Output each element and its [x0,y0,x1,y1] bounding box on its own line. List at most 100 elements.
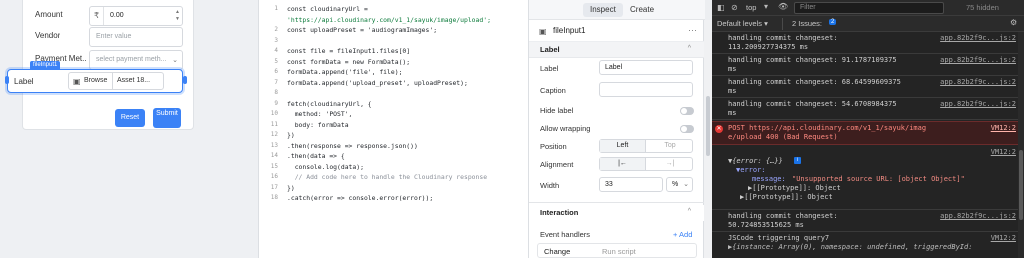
console-message: handling commit changeset: 50.7248535156… [712,210,1018,232]
code-line[interactable]: const file = fileInput1.files[0] [287,46,524,57]
issues-label[interactable]: 2 Issues: [792,19,822,28]
source-link[interactable]: app.82b2f9c...js:2 [940,100,1016,109]
error-text[interactable]: POST https://api.cloudinary.com/v1_1/say… [728,124,926,142]
hide-label-toggle[interactable] [680,107,694,115]
amount-input[interactable]: ₹ 0.00 ▲ ▼ [89,6,183,26]
code-line[interactable] [287,36,524,47]
source-link[interactable]: app.82b2f9c...js:2 [940,212,1016,221]
source-link[interactable]: app.82b2f9c...js:2 [940,56,1016,65]
label-prop: Label [540,64,559,73]
console-scroll-thumb[interactable] [1019,150,1023,220]
object-root[interactable]: ▼{error: {…}} [728,157,783,166]
code-line[interactable]: }) [287,183,524,194]
object-message-value: "Unsupported source URL: [object Object]… [792,175,965,183]
eye-icon[interactable]: 👁 [778,2,788,11]
width-unit-select[interactable]: % ⌄ [666,177,693,192]
code-line[interactable]: const uploadPreset = 'audiogramImages'; [287,25,524,36]
source-link[interactable]: VM12:2 [991,234,1016,243]
console-scrollbar[interactable] [1018,32,1024,258]
align-left-option[interactable]: |← [600,158,646,170]
label-section-title: Label [540,45,560,54]
caption-input[interactable] [599,82,693,97]
position-left-option[interactable]: Left [600,140,646,152]
console-filter-input[interactable]: Filter [794,2,944,14]
inspector-panel: Inspect Create ▣ fileInput1 ··· Label ^ … [528,0,705,258]
file-input-field[interactable]: ▣ Browse Asset 18... [68,72,164,90]
position-top-option[interactable]: Top [647,142,693,149]
amount-label: Amount [35,10,63,19]
error-source-link[interactable]: VM12:2 [991,124,1016,133]
vendor-input[interactable]: Enter value [89,27,183,47]
object-preview[interactable]: ▶{instance: Array(0), namespace: undefin… [728,243,972,252]
code-line[interactable]: body: formData [287,120,524,131]
object-error-key[interactable]: ▼error: [736,166,766,175]
more-options-icon[interactable]: ··· [688,25,697,35]
levels-dropdown[interactable]: Default levels ▾ [717,19,768,28]
divider [782,18,783,30]
resize-handle-left[interactable] [5,76,9,84]
code-line[interactable]: method: 'POST', [287,109,524,120]
payment-select[interactable]: select payment meth... ⌄ [89,50,183,70]
align-right-option[interactable]: →| [647,160,693,167]
object-source-link[interactable]: VM12:2 [991,148,1016,157]
width-input[interactable]: 33 [599,177,663,192]
code-line[interactable]: // Add code here to handle the Cloudinar… [287,172,524,183]
add-event-handler-button[interactable]: + Add [673,230,692,239]
code-line[interactable]: console.log(data); [287,162,524,173]
code-line[interactable]: fetch(cloudinaryUrl, { [287,99,524,110]
selected-file-name: Asset 18... [117,77,151,84]
code-line[interactable]: formData.append('file', file); [287,67,524,78]
code-line[interactable]: formData.append('upload_preset', uploadP… [287,78,524,89]
stepper-icon[interactable]: ▲ ▼ [175,9,180,23]
devtools-console: ◧ ⊘ top ▾ 👁 Filter 75 hidden Default lev… [712,0,1024,258]
line-number: 10 [270,110,278,117]
width-unit-value: % [672,181,679,188]
label-section-header[interactable]: Label ^ [529,42,705,58]
code-line[interactable]: .catch(error => console.error(error)); [287,193,524,204]
browse-button[interactable]: Browse [84,77,107,84]
issues-badge[interactable]: 2 [829,19,837,25]
code-line[interactable]: }) [287,130,524,141]
line-number-gutter: 1 2 3 4 5 6 7 8 9 10 11 12 13 14 15 16 17 18 [259,4,281,204]
source-link[interactable]: app.82b2f9c...js:2 [940,78,1016,87]
console-toolbar: ◧ ⊘ top ▾ 👁 Filter 75 hidden [712,0,1024,16]
code-editor[interactable]: 1 2 3 4 5 6 7 8 9 10 11 12 13 14 15 16 17 18 const cloudi… [258,0,528,258]
code-line[interactable]: const formData = new FormData(); [287,57,524,68]
caption-prop: Caption [540,86,566,95]
allow-wrapping-toggle[interactable] [680,125,694,133]
context-selector[interactable]: top [746,3,756,12]
label-value-input[interactable]: Label [599,60,693,75]
allow-wrapping-prop: Allow wrapping [540,124,591,133]
line-number: 6 [274,68,278,75]
code-line[interactable]: .then(data => { [287,151,524,162]
resize-handle-right[interactable] [183,76,187,84]
sidebar-toggle-icon[interactable]: ◧ [717,3,725,12]
tab-inspect[interactable]: Inspect [583,3,623,17]
object-prototype[interactable]: ▶[[Prototype]]: Object [748,184,841,193]
object-prototype[interactable]: ▶[[Prototype]]: Object [740,193,833,202]
chevron-up-icon: ^ [687,45,691,52]
code-line[interactable]: .then(response => response.json()) [287,141,524,152]
component-name[interactable]: fileInput1 [553,26,585,35]
inspector-scroll-thumb[interactable] [706,96,710,156]
code-line[interactable]: 'https://api.cloudinary.com/v1_1/sayuk/i… [287,15,524,26]
reset-button[interactable]: Reset [115,109,145,127]
console-message: handling commit changeset: 91.1787109375… [712,54,1018,76]
interaction-section-header[interactable]: Interaction ^ [529,205,705,221]
file-input-component[interactable]: Label ▣ Browse Asset 18... [7,69,183,93]
chevron-down-icon: ▾ [764,2,769,11]
event-handler-row[interactable]: Change Run script [537,243,697,258]
submit-button[interactable]: Submit [153,108,181,128]
console-message: handling commit changeset: 68.6459960937… [712,76,1018,98]
source-link[interactable]: app.82b2f9c...js:2 [940,34,1016,43]
clear-console-icon[interactable]: ⊘ [731,3,738,12]
code-line[interactable]: const cloudinaryUrl = [287,4,524,15]
width-prop: Width [540,181,560,190]
divider [112,73,113,89]
tab-create[interactable]: Create [623,3,661,17]
gear-icon[interactable]: ⚙ [1010,18,1017,27]
code-content[interactable]: const cloudinaryUrl ='https://api.cloudi… [287,4,524,204]
line-number: 4 [274,47,278,54]
object-message-key: message: [752,175,786,183]
code-line[interactable] [287,88,524,99]
